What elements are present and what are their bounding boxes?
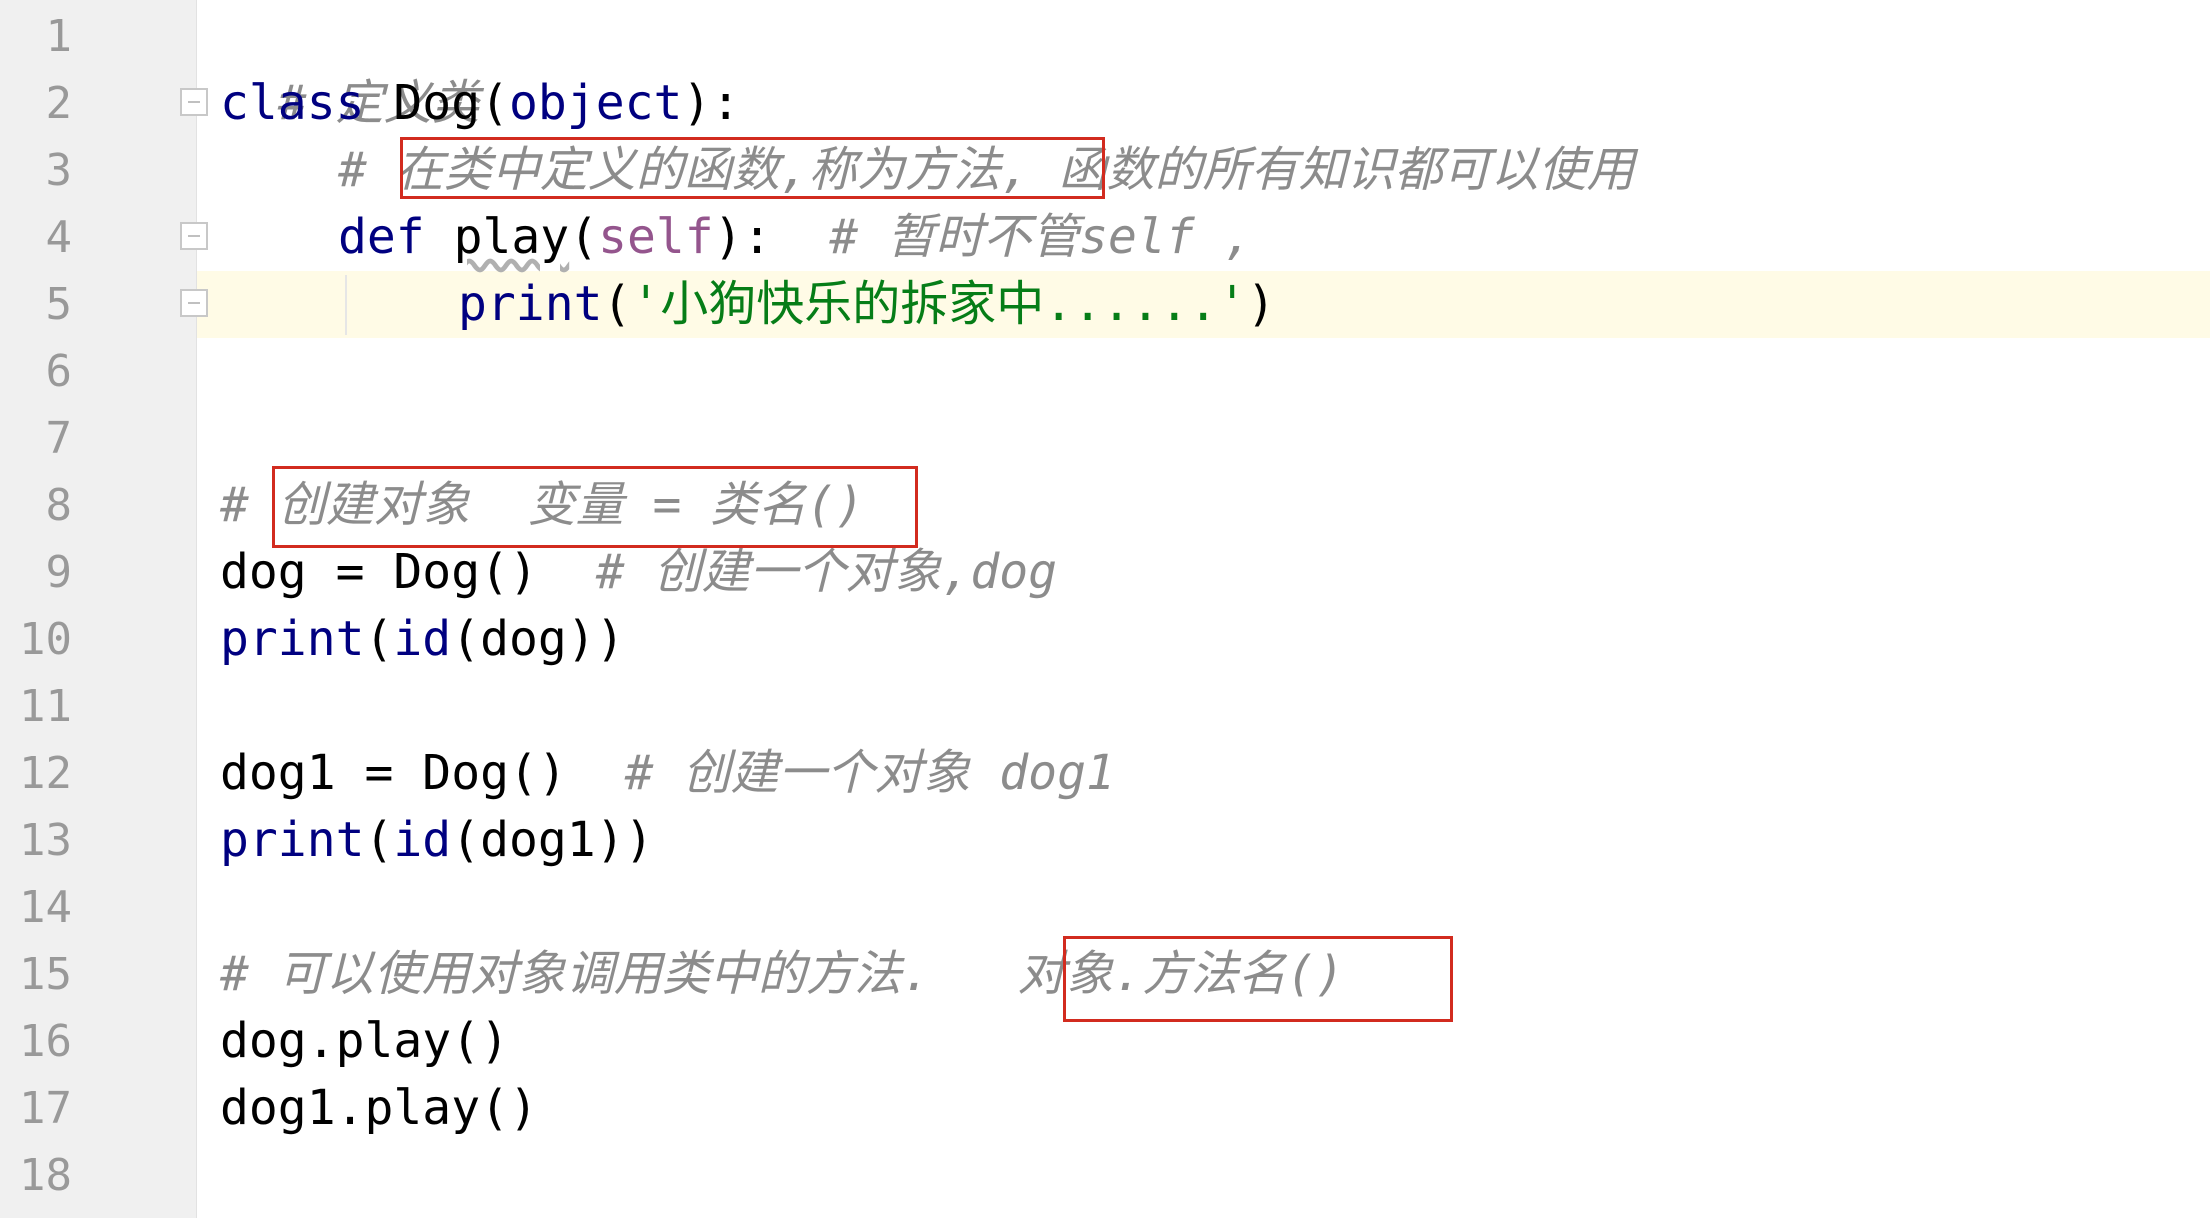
line-number: 9 xyxy=(45,547,73,598)
code-line-9[interactable]: dog = Dog() # 创建一个对象,dog xyxy=(220,539,1057,606)
code-line-17[interactable]: dog1.play() xyxy=(220,1075,538,1142)
line-number-gutter: 1 2 3 4 5 6 7 8 9 10 11 12 13 14 15 16 1… xyxy=(0,0,197,1218)
code-text: dog = Dog() xyxy=(220,544,538,600)
line-number: 17 xyxy=(19,1083,72,1134)
code-text: dog1 = Dog() xyxy=(220,745,567,801)
line-number: 13 xyxy=(19,815,72,866)
line-number: 14 xyxy=(19,882,72,933)
function-name: play xyxy=(453,209,570,265)
comment: # 暂时不管self , xyxy=(771,209,1253,265)
line-number: 12 xyxy=(19,748,72,799)
fold-toggle-class[interactable] xyxy=(180,88,208,116)
code-line-12[interactable]: dog1 = Dog() # 创建一个对象 dog1 xyxy=(220,740,1115,807)
comment: # 创建一个对象 dog1 xyxy=(566,745,1115,801)
code-line-1[interactable]: # 定义类 xyxy=(220,3,480,131)
code-text: Dog( xyxy=(364,75,509,131)
builtin-print: print xyxy=(220,812,365,868)
comment: 函数的所有知识都可以使用 xyxy=(1029,142,1635,198)
annotation-box-method-definition xyxy=(400,137,1105,199)
code-text: ( xyxy=(569,209,599,265)
builtin-id: id xyxy=(393,812,452,868)
line-number: 1 xyxy=(45,11,73,62)
comment-hash: # xyxy=(220,477,278,533)
comment: # 创建一个对象,dog xyxy=(537,544,1058,600)
line-number: 6 xyxy=(45,346,73,397)
line-number: 18 xyxy=(19,1150,72,1201)
line-number: 5 xyxy=(45,279,73,330)
code-line-5[interactable]: print('小狗快乐的拆家中......') xyxy=(458,271,1276,338)
code-line-10[interactable]: print(id(dog)) xyxy=(220,606,625,673)
code-text: dog.play() xyxy=(220,1013,509,1069)
code-text: ) xyxy=(1246,276,1276,332)
builtin-print: print xyxy=(220,611,365,667)
keyword-def: def xyxy=(338,209,425,265)
line-number: 8 xyxy=(45,480,73,531)
builtin-object: object xyxy=(509,75,683,131)
code-text: ( xyxy=(364,812,394,868)
line-number: 16 xyxy=(19,1016,72,1067)
line-number: 4 xyxy=(45,212,73,263)
code-line-4[interactable]: def play(self): # 暂时不管self , xyxy=(338,204,1253,271)
builtin-id: id xyxy=(393,611,452,667)
code-text: ): xyxy=(682,75,741,131)
builtin-print: print xyxy=(458,276,603,332)
code-line-2[interactable]: class Dog(object): xyxy=(220,70,740,137)
code-text: (dog)) xyxy=(451,611,625,667)
code-text: ): xyxy=(713,209,772,265)
line-number: 10 xyxy=(19,614,72,665)
annotation-box-call-method xyxy=(1063,936,1453,1022)
indent-guide xyxy=(345,275,347,335)
line-number: 2 xyxy=(45,78,73,129)
keyword-class: class xyxy=(220,75,365,131)
code-text: ( xyxy=(364,611,394,667)
line-number: 15 xyxy=(19,949,72,1000)
line-number: 11 xyxy=(19,681,72,732)
comment: # 可以使用对象调用类中的方法. xyxy=(220,946,1018,1002)
annotation-box-create-object xyxy=(272,466,918,548)
code-text: dog1.play() xyxy=(220,1080,538,1136)
fold-toggle-def[interactable] xyxy=(180,222,208,250)
line-number: 3 xyxy=(45,145,73,196)
code-text: (dog1)) xyxy=(451,812,654,868)
code-line-16[interactable]: dog.play() xyxy=(220,1008,509,1075)
line-number: 7 xyxy=(45,413,73,464)
code-text: ( xyxy=(602,276,632,332)
code-line-13[interactable]: print(id(dog1)) xyxy=(220,807,654,874)
string-literal: '小狗快乐的拆家中......' xyxy=(631,276,1247,332)
comment-hash: # xyxy=(338,142,396,198)
fold-end-marker[interactable] xyxy=(180,289,208,317)
self-param: self xyxy=(598,209,714,265)
